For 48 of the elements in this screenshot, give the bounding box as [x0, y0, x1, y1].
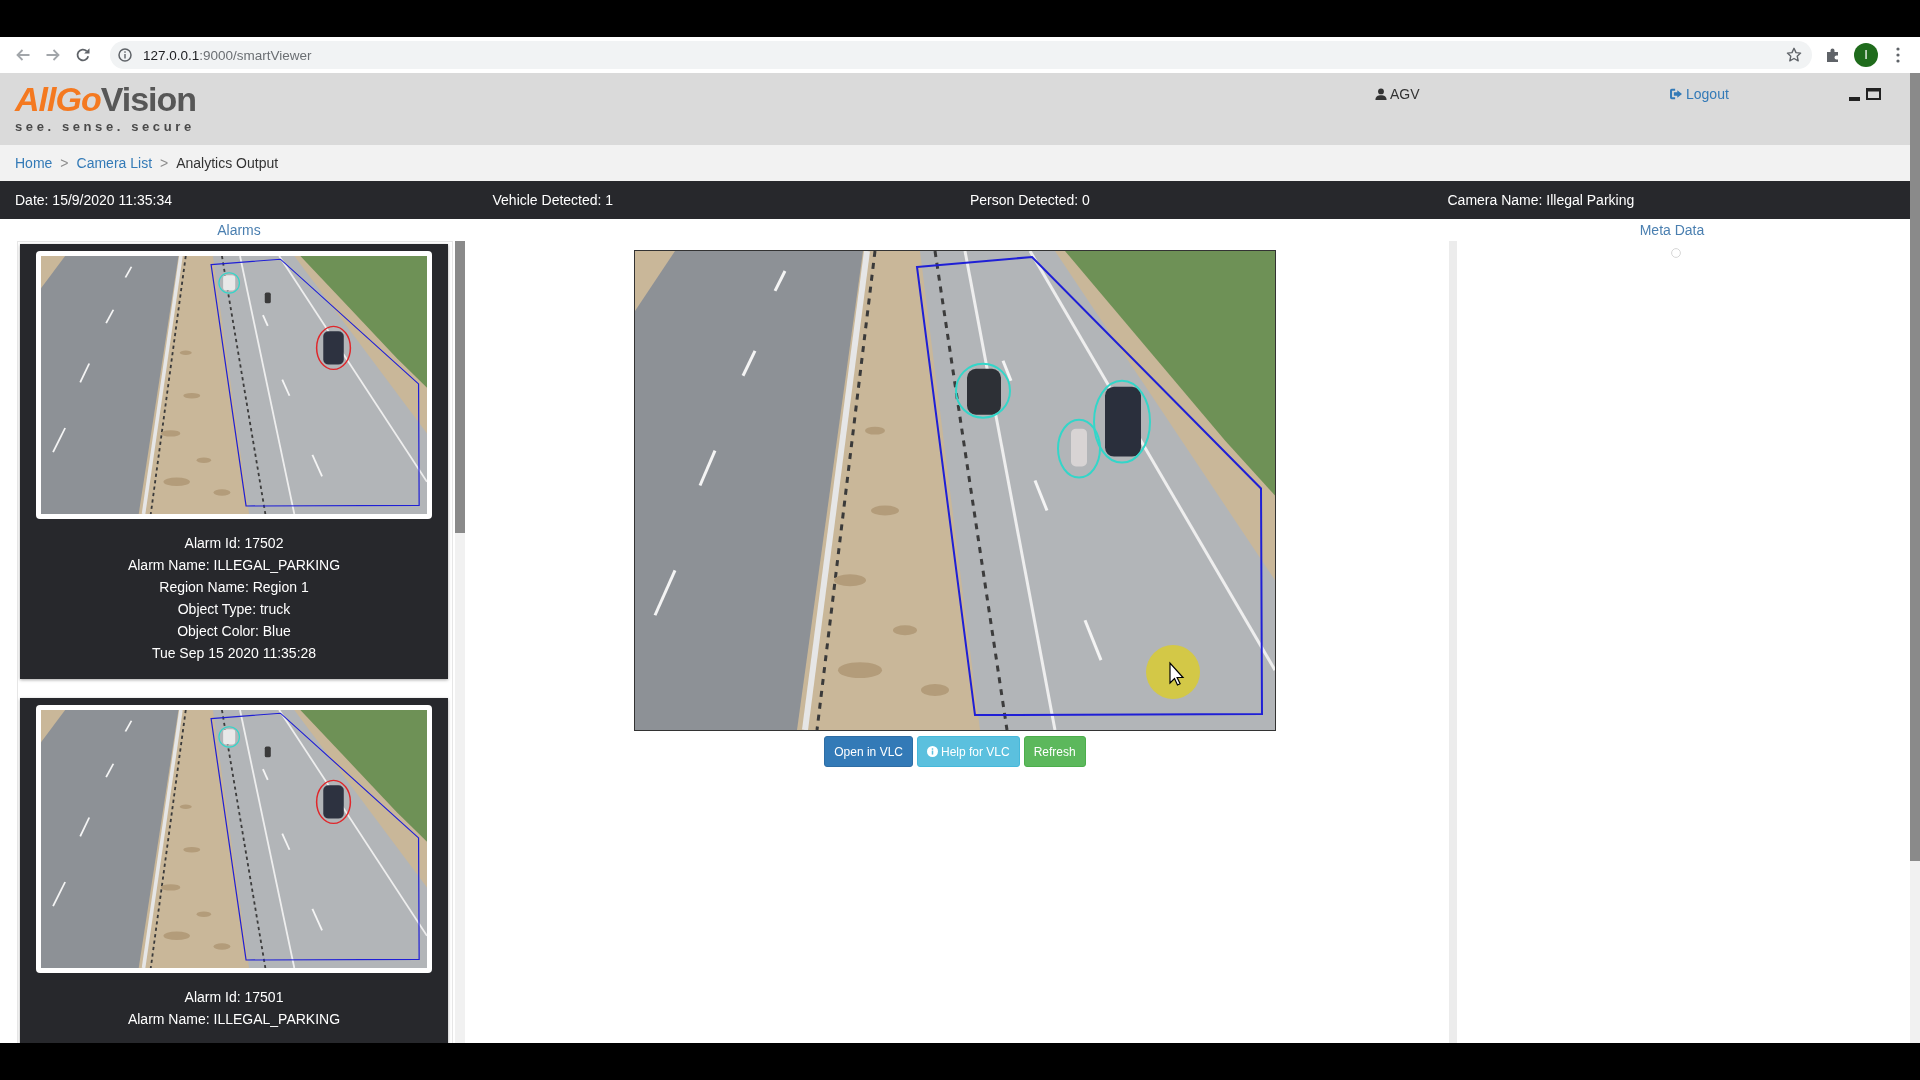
scrollbar-track[interactable] — [455, 241, 465, 1043]
alarm-detail-text: Region Name: Region 1 — [158, 578, 310, 597]
alarm-detail-text: Alarm Name: ILLEGAL_PARKING — [126, 556, 342, 575]
scrollbar-thumb[interactable] — [455, 241, 465, 533]
alarm-detail-text: Tue Sep 15 2020 11:35:28 — [150, 644, 318, 663]
alarm-detail-text: Alarm Name: ILLEGAL_PARKING — [126, 1010, 342, 1029]
logo-wordmark: AllGoVision — [15, 80, 197, 118]
logo-tagline: see. sense. secure — [15, 119, 196, 134]
page-scrollbar-track[interactable] — [1910, 73, 1920, 1043]
puzzle-piece-icon — [1825, 47, 1841, 63]
back-arrow-icon — [15, 47, 31, 63]
breadcrumb-current: Analytics Output — [176, 155, 279, 171]
empty-circle-icon — [1671, 248, 1681, 258]
alarm-detail-text: Alarm Id: 17501 — [183, 988, 285, 1007]
reload-icon — [75, 47, 91, 63]
alarm-detail-text: Alarm Id: 17502 — [183, 534, 285, 553]
alarm-detail-text: Object Type: truck — [176, 600, 292, 619]
user-icon — [1375, 88, 1387, 100]
page-scrollbar-thumb[interactable] — [1910, 73, 1920, 861]
logout-link[interactable]: Logout — [1669, 84, 1729, 104]
breadcrumb-separator: > — [59, 155, 70, 171]
player-button[interactable]: Refresh — [1023, 736, 1086, 767]
meta-data-heading: Meta Data — [1638, 221, 1706, 240]
breadcrumb-separator: > — [159, 155, 170, 171]
breadcrumb-link[interactable]: Camera List — [76, 155, 152, 171]
alarm-detail-text: Object Color: Blue — [176, 622, 292, 641]
profile-avatar[interactable]: I — [1854, 43, 1878, 67]
breadcrumb-link[interactable]: Home — [15, 155, 53, 171]
info-icon — [118, 48, 132, 62]
alarm-card[interactable]: Alarm Id: 17501 Alarm Name: ILLEGAL_PARKING — [20, 698, 448, 1043]
forward-arrow-icon — [45, 47, 61, 63]
status-text: Camera Name: Illegal Parking — [1446, 192, 1635, 208]
player-button[interactable]: Open in VLC — [824, 736, 913, 767]
username-text: AGV — [1390, 85, 1420, 104]
kebab-menu-icon — [1896, 47, 1900, 63]
sign-out-icon — [1669, 88, 1683, 100]
minimize-icon — [1849, 96, 1860, 101]
status-text: Date: 15/9/2020 11:35:34 — [14, 192, 172, 208]
status-text: Vehicle Detected: 1 — [491, 192, 614, 208]
alarm-card[interactable]: Alarm Id: 17502 Alarm Name: ILLEGAL_PARKING Region Name: Region 1 Object Type: truck Object Color: Blue Tue Sep 15 2020 11:35:28 — [20, 244, 448, 679]
url-text: 127.0.0.1:9000/smartViewer — [143, 47, 312, 63]
star-icon — [1786, 47, 1802, 63]
info-circle-icon — [927, 746, 938, 757]
cursor-highlight-icon — [1146, 645, 1200, 699]
maximize-icon — [1866, 88, 1881, 100]
address-bar[interactable]: 127.0.0.1:9000/smartViewer — [110, 41, 1812, 69]
status-text: Person Detected: 0 — [969, 192, 1090, 208]
alarms-heading: Alarms — [216, 221, 262, 240]
